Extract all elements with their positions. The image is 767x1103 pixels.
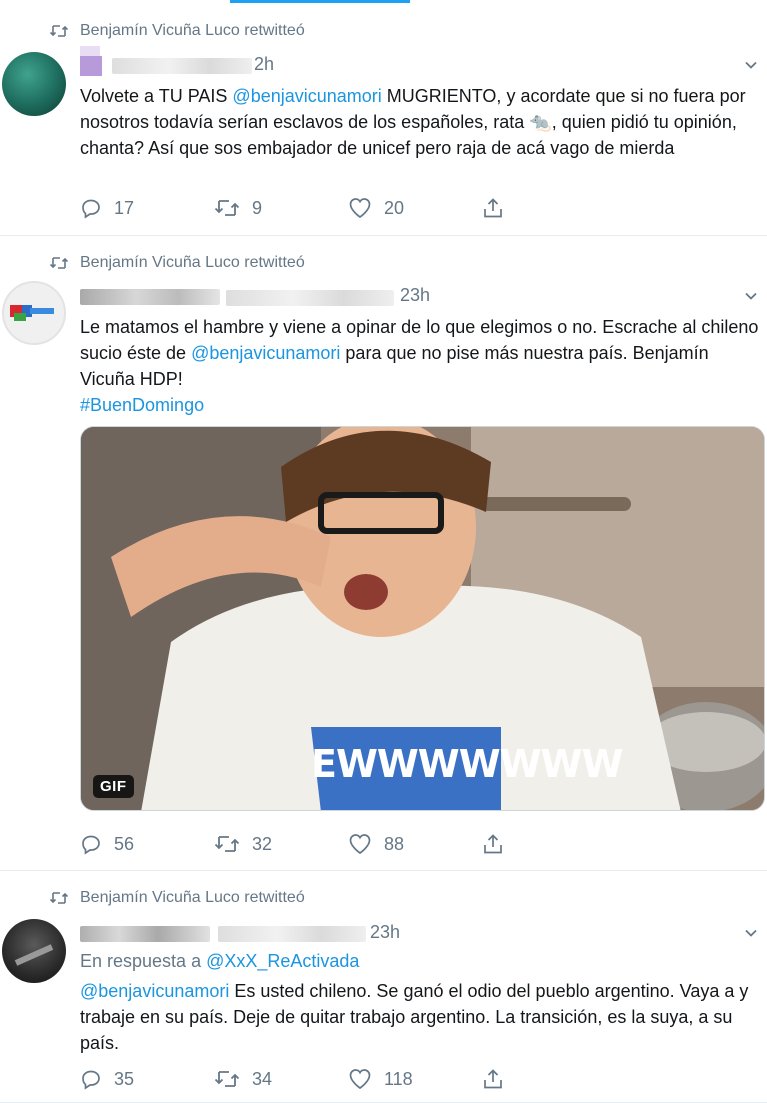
retweet-button[interactable]: 32	[214, 834, 348, 855]
share-button[interactable]	[482, 197, 504, 219]
retweet-context: Benjamín Vicuña Luco retwitteó	[50, 254, 305, 272]
tweet-actions: 56 32 88	[80, 833, 504, 855]
tweet-text: @benjavicunamori Es usted chileno. Se ga…	[80, 978, 760, 1056]
reply-icon	[82, 1070, 100, 1090]
redacted-handle	[226, 290, 394, 306]
retweet-icon	[214, 1071, 240, 1087]
rat-emoji: 🐀	[529, 112, 552, 132]
retweet-icon	[50, 891, 68, 905]
like-button[interactable]: 118	[348, 1068, 482, 1090]
retweet-icon	[214, 200, 240, 216]
tweet-timestamp[interactable]: 23h	[370, 922, 400, 943]
tweet-text: Volvete a TU PAIS @benjavicunamori MUGRI…	[80, 83, 760, 161]
reply-button[interactable]: 35	[80, 1068, 214, 1090]
like-icon	[349, 834, 371, 855]
reply-context: En respuesta a @XxX_ReActivada	[80, 948, 760, 974]
reply-to-link[interactable]: @XxX_ReActivada	[206, 951, 359, 971]
tweet[interactable]: Benjamín Vicuña Luco retwitteó 2h Volvet…	[0, 0, 767, 236]
share-icon	[484, 1069, 502, 1089]
retweet-count: 34	[252, 1068, 273, 1089]
retweet-context-label: Benjamín Vicuña Luco retwitteó	[80, 22, 305, 39]
tweet-text-part: Volvete a TU PAIS	[80, 86, 233, 106]
reply-button[interactable]: 17	[80, 197, 214, 219]
reply-count: 17	[114, 197, 135, 218]
like-icon	[349, 1069, 371, 1090]
mention-link[interactable]: @benjavicunamori	[232, 86, 381, 106]
like-icon	[349, 198, 371, 219]
redacted-handle	[218, 926, 366, 942]
retweet-context-label: Benjamín Vicuña Luco retwitteó	[80, 889, 305, 906]
avatar-logo	[10, 305, 54, 321]
tweet-actions: 17 9 20	[80, 197, 504, 219]
retweet-icon	[50, 24, 68, 38]
retweet-icon	[50, 256, 68, 270]
retweet-context: Benjamín Vicuña Luco retwitteó	[50, 889, 305, 907]
retweet-button[interactable]: 34	[214, 1069, 348, 1090]
chevron-down-icon[interactable]	[743, 925, 759, 941]
reply-count: 35	[114, 1068, 135, 1089]
like-count: 20	[384, 197, 405, 218]
mention-link[interactable]: @benjavicunamori	[80, 981, 229, 1001]
reply-count: 56	[114, 833, 135, 854]
like-button[interactable]: 88	[348, 833, 482, 855]
like-button[interactable]: 20	[348, 197, 482, 219]
reply-context-label: En respuesta a	[80, 951, 207, 971]
retweet-context-label: Benjamín Vicuña Luco retwitteó	[80, 254, 305, 271]
redacted-name	[80, 926, 210, 942]
share-icon	[484, 834, 502, 854]
redacted-name	[80, 289, 220, 305]
gif-media[interactable]: EWWWWWWW GIF	[80, 426, 765, 811]
reply-icon	[82, 199, 100, 219]
avatar[interactable]	[2, 52, 66, 116]
share-icon	[484, 198, 502, 218]
tweet-timestamp[interactable]: 23h	[400, 285, 430, 306]
share-button[interactable]	[482, 833, 504, 855]
tweet-timestamp[interactable]: 2h	[254, 54, 274, 75]
like-count: 118	[384, 1068, 413, 1089]
retweet-button[interactable]: 9	[214, 198, 348, 219]
retweet-icon	[214, 836, 240, 852]
gif-caption: EWWWWWWW	[311, 742, 623, 786]
avatar-logo	[14, 944, 54, 966]
chevron-down-icon[interactable]	[743, 288, 759, 304]
redacted-name	[80, 56, 102, 76]
reply-button[interactable]: 56	[80, 833, 214, 855]
retweet-context: Benjamín Vicuña Luco retwitteó	[50, 22, 305, 40]
mention-link[interactable]: @benjavicunamori	[191, 343, 340, 363]
redacted-handle	[112, 58, 252, 74]
tweet[interactable]: Benjamín Vicuña Luco retwitteó 23h Le ma…	[0, 237, 767, 871]
tweet[interactable]: Benjamín Vicuña Luco retwitteó 23h En re…	[0, 872, 767, 1103]
like-count: 88	[384, 833, 405, 854]
share-button[interactable]	[482, 1068, 504, 1090]
hashtag-link[interactable]: #BuenDomingo	[80, 395, 204, 415]
gif-badge: GIF	[93, 775, 134, 798]
tweet-actions: 35 34 118	[80, 1068, 504, 1090]
avatar[interactable]	[2, 281, 66, 345]
chevron-down-icon[interactable]	[743, 57, 759, 73]
retweet-count: 32	[252, 833, 273, 854]
tweet-text: Le matamos el hambre y viene a opinar de…	[80, 314, 760, 418]
retweet-count: 9	[252, 197, 263, 218]
avatar[interactable]	[2, 919, 66, 983]
reply-icon	[82, 835, 100, 855]
